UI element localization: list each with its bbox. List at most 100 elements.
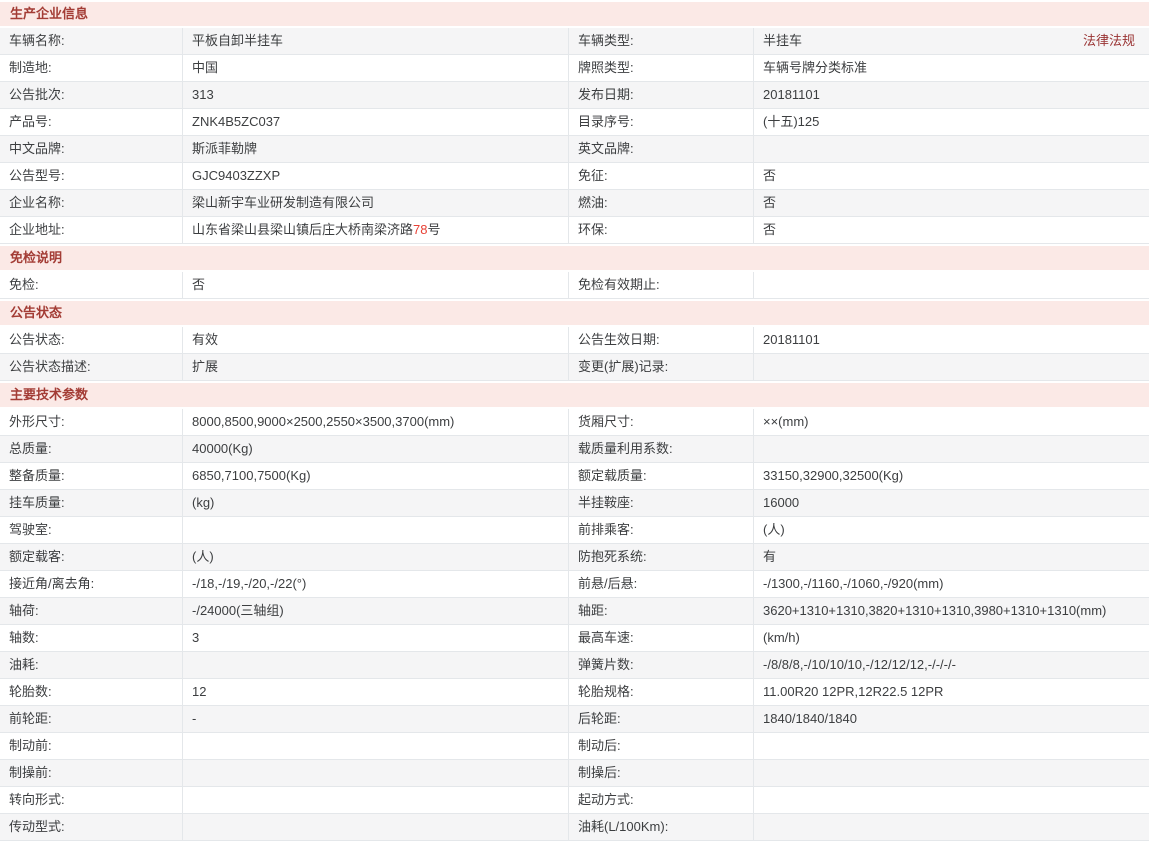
row-value: 20181101 xyxy=(753,82,1149,108)
row-value-text: (人) xyxy=(763,522,785,537)
row-value-text: 有 xyxy=(763,549,777,564)
row-value: 3620+1310+1310,3820+1310+1310,3980+1310+… xyxy=(753,598,1149,624)
row-label: 前悬/后悬: xyxy=(568,571,753,597)
row-label: 驾驶室: xyxy=(9,522,52,537)
row-value-text: 车辆号牌分类标准 xyxy=(763,60,868,75)
row-value xyxy=(753,136,1149,162)
row-value: 12 xyxy=(182,679,568,705)
table-row: 总质量: 40000(Kg) 载质量利用系数: xyxy=(0,436,1149,463)
row-value: (人) xyxy=(753,517,1149,543)
row-value-text: 3620+1310+1310,3820+1310+1310,3980+1310+… xyxy=(763,603,1107,618)
section-title: 公告状态 xyxy=(0,299,1149,327)
table-row: 油耗: 弹簧片数: -/8/8/8,-/10/10/10,-/12/12/12,-/… xyxy=(0,652,1149,679)
row-value-text: (十五)125 xyxy=(763,114,820,129)
row-label: 油耗(L/100Km): xyxy=(568,814,753,840)
highlighted-text: 78 xyxy=(413,222,428,237)
row-value-text: -/1300,-/1160,-/1060,-/920(mm) xyxy=(763,576,944,591)
row-label: 燃油: xyxy=(568,190,753,216)
row-label: 中文品牌: xyxy=(9,141,65,156)
row-value xyxy=(753,272,1149,298)
table-row: 轴荷: -/24000(三轴组) 轴距: 3620+1310+1310,3820+13… xyxy=(0,598,1149,625)
row-label: 轮胎规格: xyxy=(568,679,753,705)
table-row: 轮胎数: 12 轮胎规格: 11.00R20 12PR,12R22.5 12PR xyxy=(0,679,1149,706)
row-value: 有效 xyxy=(182,327,568,353)
row-value-text: 否 xyxy=(763,195,777,210)
row-label: 油耗: xyxy=(9,657,39,672)
row-label: 企业名称: xyxy=(9,195,65,210)
section-title: 生产企业信息 xyxy=(0,0,1149,28)
row-value: 否 xyxy=(753,217,1149,243)
row-label: 最高车速: xyxy=(568,625,753,651)
row-label: 目录序号: xyxy=(568,109,753,135)
table-row: 公告型号: GJC9403ZZXP 免征: 否 xyxy=(0,163,1149,190)
row-value: 1840/1840/1840 xyxy=(753,706,1149,732)
row-label: 额定载质量: xyxy=(568,463,753,489)
row-label: 载质量利用系数: xyxy=(568,436,753,462)
table-row: 企业地址: 山东省梁山县梁山镇后庄大桥南梁济路78号 环保: 否 xyxy=(0,217,1149,244)
row-value-text: 20181101 xyxy=(763,87,820,102)
row-label: 总质量: xyxy=(9,441,52,456)
row-label: 轮胎数: xyxy=(9,684,52,699)
row-value xyxy=(182,814,568,840)
row-label: 弹簧片数: xyxy=(568,652,753,678)
row-value xyxy=(182,787,568,813)
row-value: GJC9403ZZXP xyxy=(182,163,568,189)
table-row: 车辆名称: 平板自卸半挂车 车辆类型: 法律法规 半挂车 xyxy=(0,28,1149,55)
row-label: 整备质量: xyxy=(9,468,65,483)
row-label: 公告状态描述: xyxy=(9,359,91,374)
table-row: 传动型式: 油耗(L/100Km): xyxy=(0,814,1149,841)
row-value: 313 xyxy=(182,82,568,108)
row-label: 公告生效日期: xyxy=(568,327,753,353)
law-regulations-link[interactable]: 法律法规 xyxy=(1083,28,1135,54)
table-row: 前轮距: - 后轮距: 1840/1840/1840 xyxy=(0,706,1149,733)
row-value: ZNK4B5ZC037 xyxy=(182,109,568,135)
row-value xyxy=(182,760,568,786)
row-value: 否 xyxy=(182,272,568,298)
row-value xyxy=(753,733,1149,759)
table-row: 公告状态描述: 扩展 变更(扩展)记录: xyxy=(0,354,1149,381)
row-label: 牌照类型: xyxy=(568,55,753,81)
table-row: 免检: 否免检有效期止: xyxy=(0,272,1149,299)
row-value: 20181101 xyxy=(753,327,1149,353)
row-value: (人) xyxy=(182,544,568,570)
row-label: 免征: xyxy=(568,163,753,189)
row-value: -/8/8/8,-/10/10/10,-/12/12/12,-/-/-/- xyxy=(753,652,1149,678)
row-value: 山东省梁山县梁山镇后庄大桥南梁济路78号 xyxy=(182,217,568,243)
row-value-text: 16000 xyxy=(763,495,800,510)
row-value xyxy=(753,760,1149,786)
table-row: 制动前: 制动后: xyxy=(0,733,1149,760)
row-label: 前轮距: xyxy=(9,711,52,726)
row-label: 轴数: xyxy=(9,630,39,645)
row-value: (km/h) xyxy=(753,625,1149,651)
table-row: 轴数: 3 最高车速: (km/h) xyxy=(0,625,1149,652)
row-value: 3 xyxy=(182,625,568,651)
row-value: -/24000(三轴组) xyxy=(182,598,568,624)
row-label: 防抱死系统: xyxy=(568,544,753,570)
row-label: 公告状态: xyxy=(9,332,65,347)
row-value: 否 xyxy=(753,163,1149,189)
address-text: 山东省梁山县梁山镇后庄大桥南梁济路 xyxy=(192,222,414,237)
row-label: 后轮距: xyxy=(568,706,753,732)
row-label: 接近角/离去角: xyxy=(9,576,95,591)
row-label: 挂车质量: xyxy=(9,495,65,510)
row-label: 半挂鞍座: xyxy=(568,490,753,516)
row-value-text: 否 xyxy=(763,222,777,237)
row-value: 40000(Kg) xyxy=(182,436,568,462)
row-value: 平板自卸半挂车 xyxy=(182,28,568,54)
table-row: 驾驶室: 前排乘客: (人) xyxy=(0,517,1149,544)
row-value: 法律法规 半挂车 xyxy=(753,28,1149,54)
table-row: 挂车质量: (kg) 半挂鞍座: 16000 xyxy=(0,490,1149,517)
row-label: 额定载客: xyxy=(9,549,65,564)
row-value xyxy=(753,436,1149,462)
row-value: 斯派菲勒牌 xyxy=(182,136,568,162)
row-label: 制操前: xyxy=(9,765,52,780)
row-value: 车辆号牌分类标准 xyxy=(753,55,1149,81)
row-value-text: -/8/8/8,-/10/10/10,-/12/12/12,-/-/-/- xyxy=(763,657,956,672)
row-value-text: 11.00R20 12PR,12R22.5 12PR xyxy=(763,684,944,699)
row-label: 公告型号: xyxy=(9,168,65,183)
row-label: 制动前: xyxy=(9,738,52,753)
table-row: 外形尺寸: 8000,8500,9000×2500,2550×3500,3700(… xyxy=(0,409,1149,436)
row-value-text: 否 xyxy=(763,168,777,183)
table-row: 整备质量: 6850,7100,7500(Kg) 额定载质量: 33150,32900… xyxy=(0,463,1149,490)
table-row: 转向形式: 起动方式: xyxy=(0,787,1149,814)
